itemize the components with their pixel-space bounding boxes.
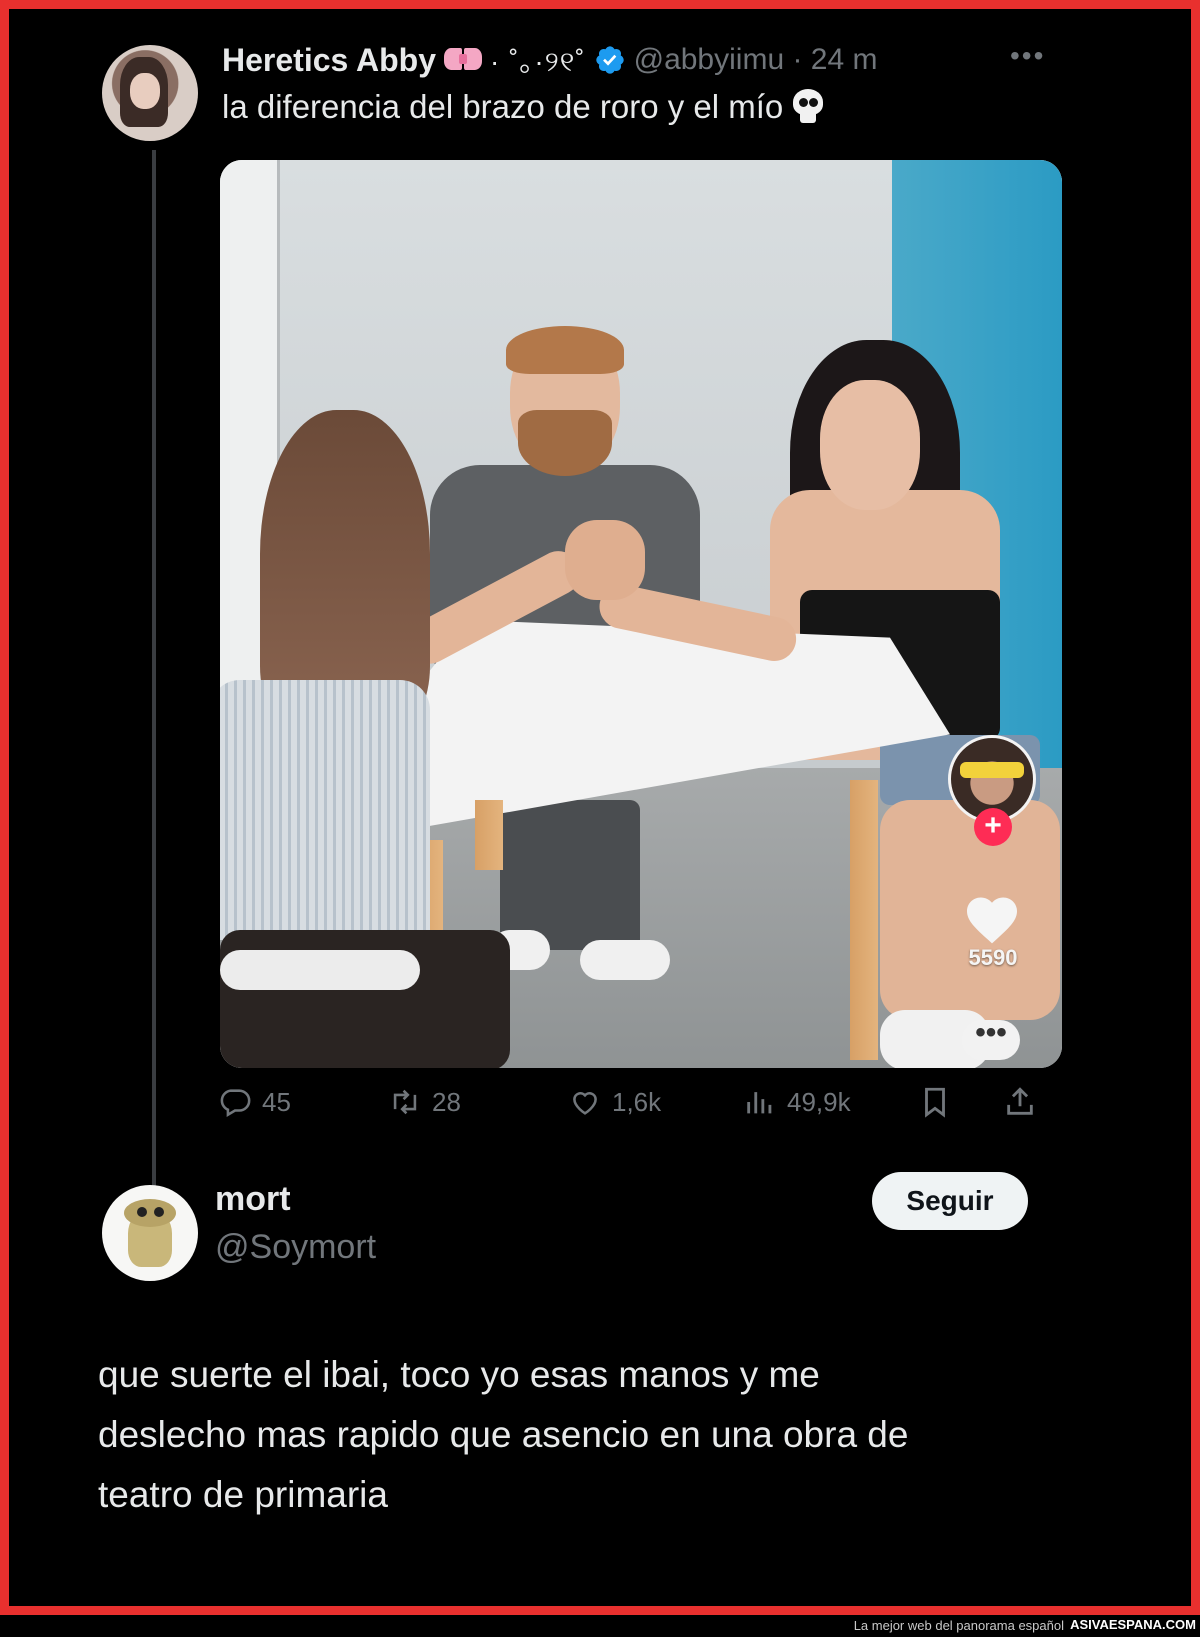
reply-bubble-icon [220, 1089, 251, 1118]
tweet-author-decoration: · ˚｡·୨୧˚ [490, 46, 586, 77]
retweet-count: 28 [432, 1086, 461, 1117]
retweet-icon [393, 1089, 417, 1115]
avatar-face [130, 73, 160, 109]
share-button[interactable] [1003, 1080, 1047, 1124]
sunglasses-icon [960, 762, 1024, 778]
tweet-text: la diferencia del brazo de roro y el mío [222, 88, 825, 126]
tiktok-more-icon[interactable]: ••• [962, 1018, 1020, 1060]
owl-eye [137, 1207, 147, 1217]
watermark-tagline: La mejor web del panorama español [853, 1618, 1064, 1633]
reply-text: que suerte el ibai, toco yo esas manos y… [98, 1345, 1078, 1525]
like-count: 1,6k [612, 1086, 662, 1117]
views-button[interactable]: 49,9k [743, 1080, 851, 1124]
reply-text-line: deslecho mas rapido que asencio en una o… [98, 1414, 909, 1455]
tweet-handle-time[interactable]: @abbyiimu · 24 m [634, 43, 878, 77]
tweet-text-content: la diferencia del brazo de roro y el mío [222, 88, 784, 125]
tweet-action-bar: 45 28 1,6k 49,9k [218, 1080, 1048, 1124]
verified-badge-icon [595, 46, 624, 74]
watermark-bar: La mejor web del panorama español ASIVAE… [0, 1615, 1200, 1637]
watermark-brand[interactable]: ASIVAESPANA.COM [1070, 1617, 1196, 1632]
owl-head [124, 1199, 176, 1227]
tweet-header: Heretics Abby · ˚｡·୨୧˚ @abbyiimu · 24 m [222, 38, 877, 82]
view-count: 49,9k [787, 1086, 851, 1117]
tweet-media-photo[interactable]: + 5590 ••• [220, 160, 1062, 1068]
skull-emoji-icon [791, 89, 825, 125]
tweet-author-avatar[interactable] [102, 45, 198, 141]
follow-button[interactable]: Seguir [872, 1172, 1028, 1230]
tiktok-follow-plus-icon[interactable]: + [974, 808, 1012, 846]
thread-line [152, 150, 156, 1220]
bookmark-icon [925, 1087, 945, 1118]
reply-author-handle[interactable]: @Soymort [215, 1228, 376, 1267]
photo-chair [220, 950, 420, 990]
views-bar-chart-icon [747, 1092, 772, 1114]
owl-eye [154, 1207, 164, 1217]
ribbon-icon [444, 46, 482, 74]
photo-clasped-hands [565, 520, 645, 600]
reply-text-line: que suerte el ibai, toco yo esas manos y… [98, 1354, 820, 1395]
reply-count: 45 [262, 1086, 291, 1117]
tiktok-heart-icon[interactable] [962, 890, 1022, 950]
bookmark-button[interactable] [918, 1080, 962, 1124]
tiktok-like-count: 5590 [968, 945, 1018, 970]
tweet-author-name[interactable]: Heretics Abby [222, 42, 436, 79]
table-leg [850, 780, 878, 1060]
more-dots-icon[interactable]: ••• [1010, 40, 1045, 72]
reply-text-line: teatro de primaria [98, 1474, 388, 1515]
share-upload-icon [1007, 1087, 1033, 1115]
like-button[interactable]: 1,6k [568, 1080, 661, 1124]
heart-outline-icon [573, 1092, 597, 1115]
retweet-button[interactable]: 28 [388, 1080, 461, 1124]
reply-button[interactable]: 45 [218, 1080, 291, 1124]
reply-author-name[interactable]: mort [215, 1180, 291, 1219]
reply-author-avatar[interactable] [102, 1185, 198, 1281]
